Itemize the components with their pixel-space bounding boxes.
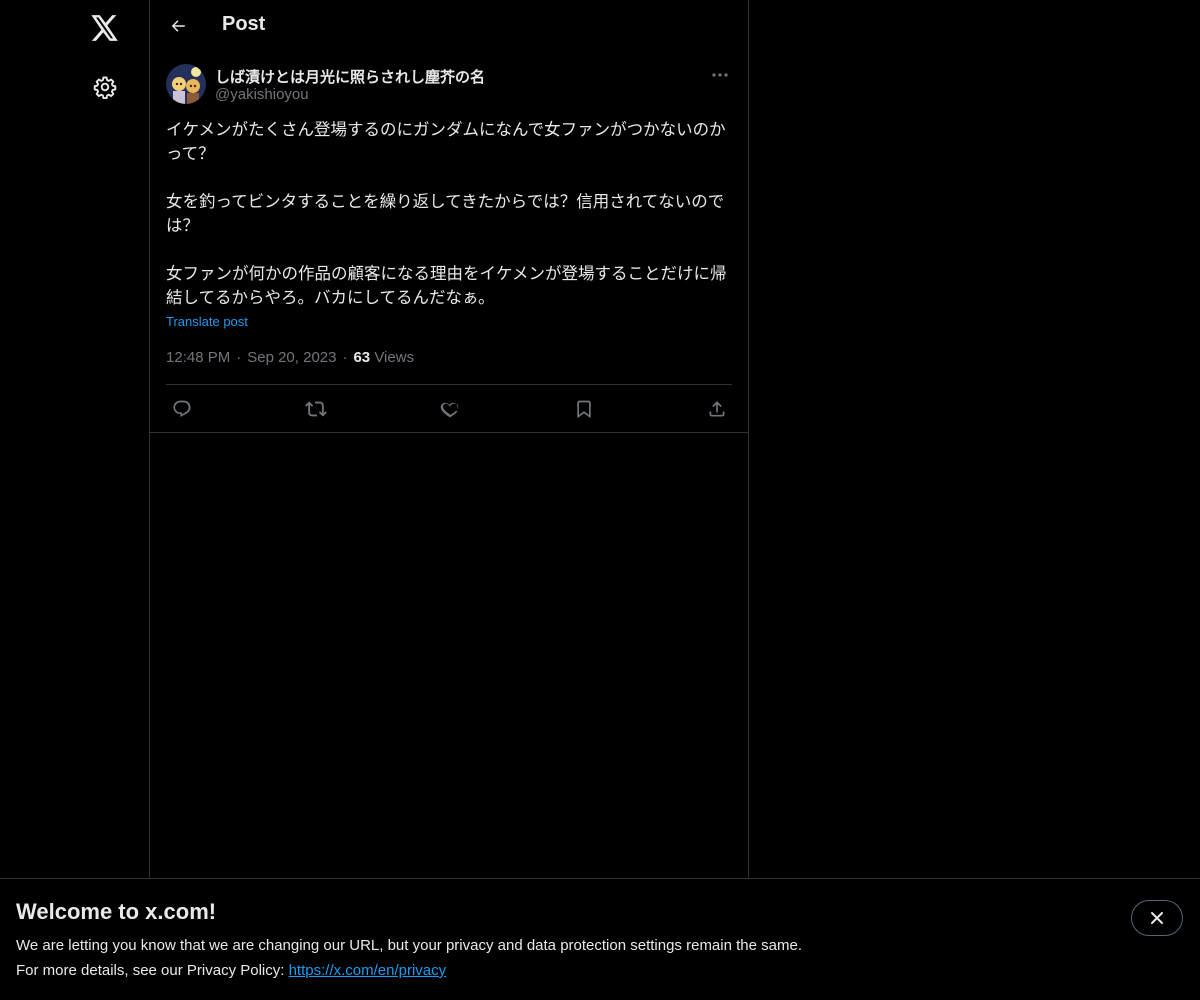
page-title: Post [222,13,266,35]
post-time[interactable]: 12:48 PM [166,349,230,366]
privacy-policy-link[interactable]: https://x.com/en/privacy [289,962,447,979]
banner-privacy-line: For more details, see our Privacy Policy… [16,962,446,979]
author-name[interactable]: しば漬けとは月光に照らされし塵芥の名 [215,66,485,87]
share-button[interactable] [704,396,730,422]
bookmark-icon [577,400,591,419]
more-options-button[interactable] [708,63,732,87]
reply-button[interactable] [169,396,195,422]
gear-icon[interactable] [87,69,123,105]
banner-title: Welcome to x.com! [16,899,217,924]
views-label: Views [374,349,415,366]
banner-close-button[interactable] [1131,900,1183,936]
author-handle[interactable]: @yakishioyou [215,86,309,103]
back-button[interactable] [162,10,194,42]
translate-post-link[interactable]: Translate post [166,314,248,329]
bookmark-button[interactable] [571,396,597,422]
share-icon [709,401,725,417]
x-logo-icon[interactable] [87,10,123,46]
post-author-row: しば漬けとは月光に照らされし塵芥の名 @yakishioyou [166,53,732,109]
post-date[interactable]: Sep 20, 2023 [247,349,336,366]
page-header: Post [150,0,748,53]
views-count: 63 [353,349,371,366]
post-action-bar [166,384,732,432]
main-column: Post しば漬けとは月光に照らされし塵芥の名 @yakishioyou イケメ… [149,0,749,878]
banner-message: We are letting you know that we are chan… [16,937,802,954]
left-nav [0,0,150,878]
repost-button[interactable] [303,396,329,422]
post-meta: 12:48 PM · Sep 20, 2023 · 63 Views [166,349,414,366]
banner-privacy-prefix: For more details, see our Privacy Policy… [16,962,289,979]
separator: · [342,349,348,366]
heart-icon [440,402,459,418]
arrow-left-icon [171,20,185,32]
welcome-banner: Welcome to x.com! We are letting you kno… [0,878,1200,1000]
separator: · [236,349,242,366]
close-icon [1151,912,1163,924]
reply-icon [173,400,191,417]
like-button[interactable] [437,396,463,422]
avatar[interactable] [166,64,206,104]
page: Post しば漬けとは月光に照らされし塵芥の名 @yakishioyou イケメ… [0,0,1200,1000]
repost-icon [305,401,327,417]
post-text: イケメンがたくさん登場するのにガンダムになんで女ファンがつかないのかって？ 女を… [166,120,727,307]
more-horizontal-icon [712,73,728,77]
